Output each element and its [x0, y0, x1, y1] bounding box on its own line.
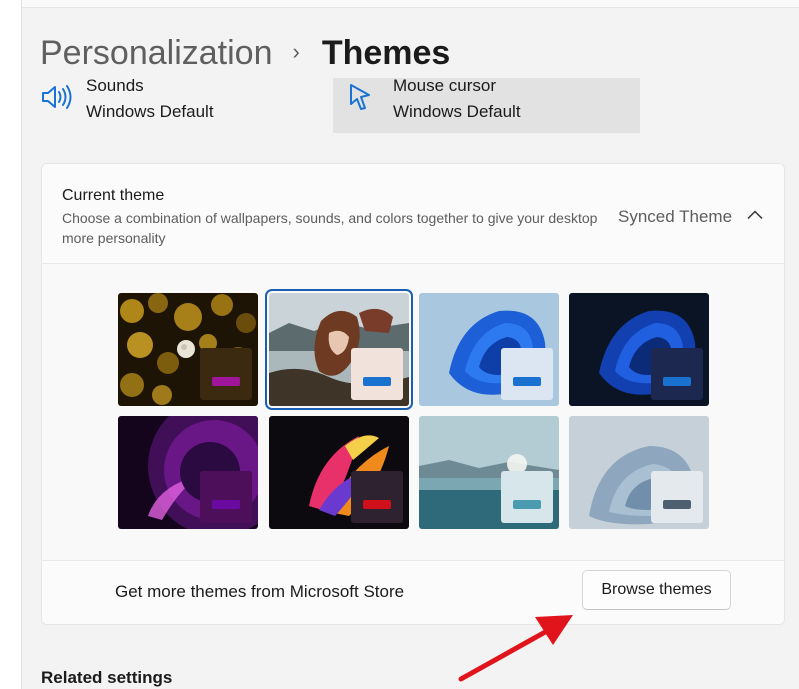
window-left-edge — [0, 0, 22, 689]
mouse-cursor-value: Windows Default — [393, 102, 521, 121]
theme-thumbnail-windows-bloom-dark[interactable] — [569, 293, 709, 406]
breadcrumb-parent[interactable]: Personalization — [40, 34, 272, 73]
store-row: Get more themes from Microsoft Store Bro… — [42, 561, 784, 624]
accent-color-bar — [363, 377, 391, 386]
theme-color-swatch — [200, 471, 252, 523]
theme-color-swatch — [351, 348, 403, 400]
speaker-icon — [42, 85, 72, 109]
related-settings-heading: Related settings — [41, 668, 173, 687]
theme-thumbnail-bokeh-lights[interactable] — [118, 293, 258, 406]
accent-color-bar — [363, 500, 391, 509]
page-title: Themes — [321, 33, 451, 72]
sounds-title: Sounds — [86, 78, 144, 95]
mouse-cursor-icon — [350, 84, 370, 110]
annotation-arrow — [458, 615, 573, 682]
sounds-value: Windows Default — [86, 102, 214, 121]
breadcrumb: Personalization › Themes — [40, 30, 450, 76]
mouse-cursor-title: Mouse cursor — [393, 78, 496, 95]
theme-gallery — [42, 264, 784, 561]
current-theme-description: Choose a combination of wallpapers, soun… — [62, 210, 598, 246]
theme-color-swatch — [651, 348, 703, 400]
mouse-cursor-tile[interactable]: Mouse cursor Windows Default — [333, 78, 640, 133]
theme-thumbnail-windows-bloom-light[interactable] — [419, 293, 559, 406]
accent-color-bar — [663, 500, 691, 509]
window-top-edge — [0, 0, 799, 8]
theme-thumbnail-captured-motion[interactable] — [269, 416, 409, 529]
theme-color-swatch — [501, 348, 553, 400]
accent-color-bar — [513, 500, 541, 509]
theme-color-swatch — [200, 348, 252, 400]
theme-thumbnail-flow[interactable] — [569, 416, 709, 529]
theme-color-swatch — [501, 471, 553, 523]
accent-color-bar — [663, 377, 691, 386]
accent-color-bar — [513, 377, 541, 386]
accent-color-bar — [212, 377, 240, 386]
current-theme-value: Synced Theme — [618, 207, 733, 226]
chevron-up-icon[interactable] — [742, 202, 768, 228]
theme-thumbnail-woman-by-lake[interactable] — [265, 289, 413, 410]
theme-color-swatch — [651, 471, 703, 523]
accent-color-bar — [212, 500, 240, 509]
current-theme-header[interactable]: Current theme Choose a combination of wa… — [42, 164, 784, 264]
breadcrumb-separator: › — [292, 39, 300, 64]
theme-thumbnail-glow[interactable] — [118, 416, 258, 529]
browse-themes-button[interactable]: Browse themes — [582, 570, 731, 610]
current-theme-title: Current theme — [62, 187, 165, 204]
current-theme-card: Current theme Choose a combination of wa… — [41, 163, 785, 625]
theme-thumbnail-sunrise[interactable] — [419, 416, 559, 529]
theme-color-swatch — [351, 471, 403, 523]
sounds-tile[interactable]: Sounds Windows Default — [30, 78, 320, 133]
store-text: Get more themes from Microsoft Store — [115, 582, 405, 601]
